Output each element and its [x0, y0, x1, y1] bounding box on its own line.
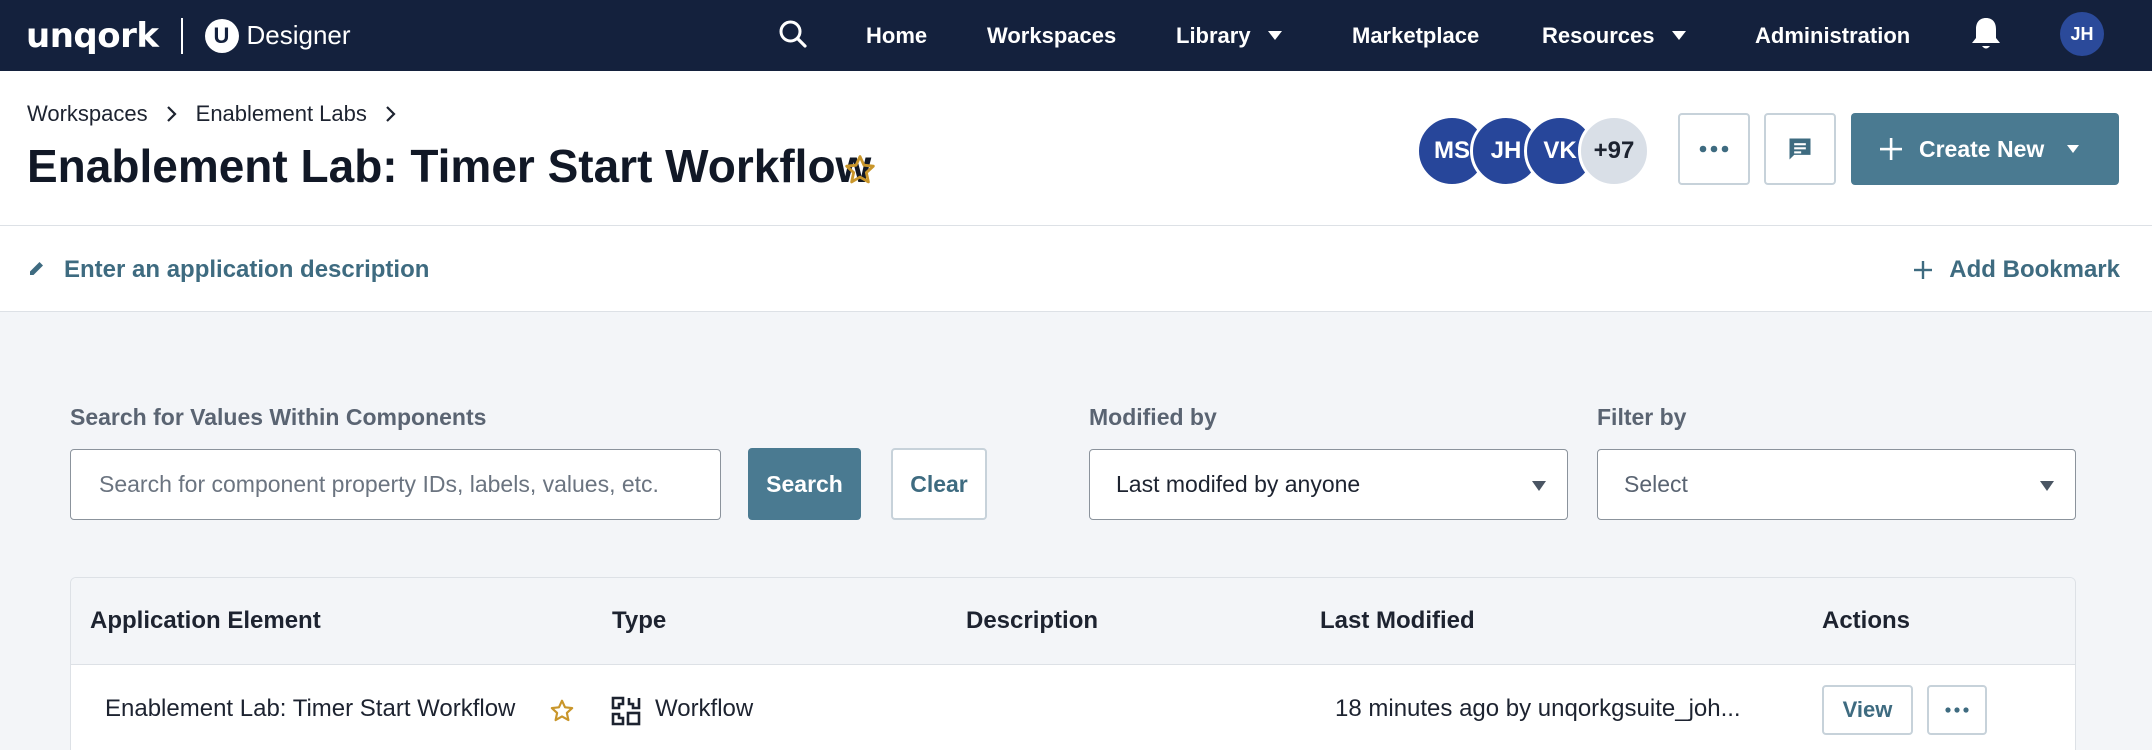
app-name: Designer	[246, 20, 351, 50]
modified-by-value: Last modifed by anyone	[1116, 471, 1361, 497]
column-header-last-modified[interactable]: Last Modified	[1320, 607, 1475, 635]
breadcrumb: Workspaces Enablement Labs	[27, 101, 415, 127]
nav-marketplace-label: Marketplace	[1352, 22, 1480, 48]
column-header-description[interactable]: Description	[966, 607, 1098, 635]
nav-workspaces-label: Workspaces	[987, 22, 1117, 48]
add-bookmark-label: Add Bookmark	[1949, 256, 2120, 283]
table-header: Application Element Type Description Las…	[71, 578, 2075, 665]
modified-by-select[interactable]: Last modifed by anyone	[1089, 449, 1568, 520]
user-avatar[interactable]: JH	[2060, 12, 2104, 56]
element-type: Workflow	[655, 695, 754, 722]
nav-home[interactable]: Home	[866, 0, 927, 71]
search-button[interactable]: Search	[748, 448, 861, 520]
nav-administration[interactable]: Administration	[1755, 0, 1910, 71]
column-header-application-element[interactable]: Application Element	[90, 607, 321, 635]
caret-down-icon	[1531, 480, 1547, 492]
description-bar: Enter an application description Add Boo…	[0, 226, 2152, 312]
plus-icon	[1913, 260, 1933, 280]
application-elements-table: Application Element Type Description Las…	[70, 577, 2076, 750]
element-name[interactable]: Enablement Lab: Timer Start Workflow	[105, 695, 515, 723]
column-header-type[interactable]: Type	[612, 607, 666, 635]
component-search-input[interactable]	[70, 449, 721, 520]
workflow-icon	[611, 696, 641, 726]
favorite-star-icon[interactable]	[549, 698, 575, 724]
chevron-right-icon	[166, 105, 178, 123]
top-navbar: unqork U Designer Home Workspaces Librar…	[0, 0, 2152, 71]
more-options-button[interactable]	[1678, 113, 1750, 185]
comment-icon	[1789, 138, 1811, 160]
nav-resources-label: Resources	[1542, 22, 1655, 48]
notification-bell-icon[interactable]	[1968, 14, 2004, 54]
favorite-star-icon[interactable]	[843, 153, 877, 187]
create-new-label: Create New	[1919, 135, 2045, 162]
filter-by-label: Filter by	[1597, 404, 1687, 430]
column-header-actions: Actions	[1822, 607, 1911, 634]
caret-down-icon	[1267, 30, 1283, 42]
page-header: Workspaces Enablement Labs Enablement La…	[0, 71, 2152, 226]
pencil-icon	[28, 259, 46, 282]
brand-divider	[180, 17, 183, 54]
edit-description-button[interactable]: Enter an application description	[28, 256, 429, 284]
caret-down-icon	[1671, 30, 1687, 42]
nav-library-label: Library	[1176, 22, 1251, 48]
create-new-button[interactable]: Create New	[1851, 113, 2119, 185]
filter-by-value: Select	[1624, 471, 1688, 497]
brand[interactable]: unqork U Designer	[26, 0, 351, 71]
caret-down-icon	[2039, 480, 2055, 492]
view-button[interactable]: View	[1822, 685, 1913, 735]
description-placeholder: Enter an application description	[64, 256, 430, 283]
breadcrumb-workspaces[interactable]: Workspaces	[27, 101, 148, 127]
collaborators-more-badge[interactable]: +97	[1578, 115, 1650, 187]
search-values-label: Search for Values Within Components	[70, 404, 487, 430]
clear-button[interactable]: Clear	[891, 448, 987, 520]
row-more-options-button[interactable]	[1927, 685, 1987, 735]
comments-button[interactable]	[1764, 113, 1836, 185]
nav-administration-label: Administration	[1755, 22, 1911, 48]
ellipsis-icon	[1699, 145, 1729, 153]
unqork-logo: unqork	[26, 15, 159, 56]
nav-marketplace[interactable]: Marketplace	[1352, 0, 1479, 71]
page-title: Enablement Lab: Timer Start Workflow	[27, 140, 872, 192]
add-bookmark-button[interactable]: Add Bookmark	[1913, 256, 2120, 284]
caret-down-icon	[2066, 144, 2080, 154]
nav-resources[interactable]: Resources	[1542, 0, 1687, 71]
nav-home-label: Home	[866, 22, 928, 48]
element-last-modified: 18 minutes ago by unqorkgsuite_joh...	[1335, 695, 1741, 722]
nav-workspaces[interactable]: Workspaces	[987, 0, 1116, 71]
designer-badge-icon: U	[204, 18, 239, 53]
filter-by-select[interactable]: Select	[1597, 449, 2076, 520]
breadcrumb-enablement-labs[interactable]: Enablement Labs	[196, 101, 367, 127]
ellipsis-icon	[1945, 707, 1969, 713]
search-icon[interactable]	[776, 14, 810, 54]
modified-by-label: Modified by	[1089, 404, 1217, 430]
table-row[interactable]: Enablement Lab: Timer Start Workflow Wor…	[71, 665, 2075, 750]
nav-library[interactable]: Library	[1176, 0, 1283, 71]
chevron-right-icon	[385, 105, 397, 123]
plus-icon	[1879, 137, 1903, 161]
